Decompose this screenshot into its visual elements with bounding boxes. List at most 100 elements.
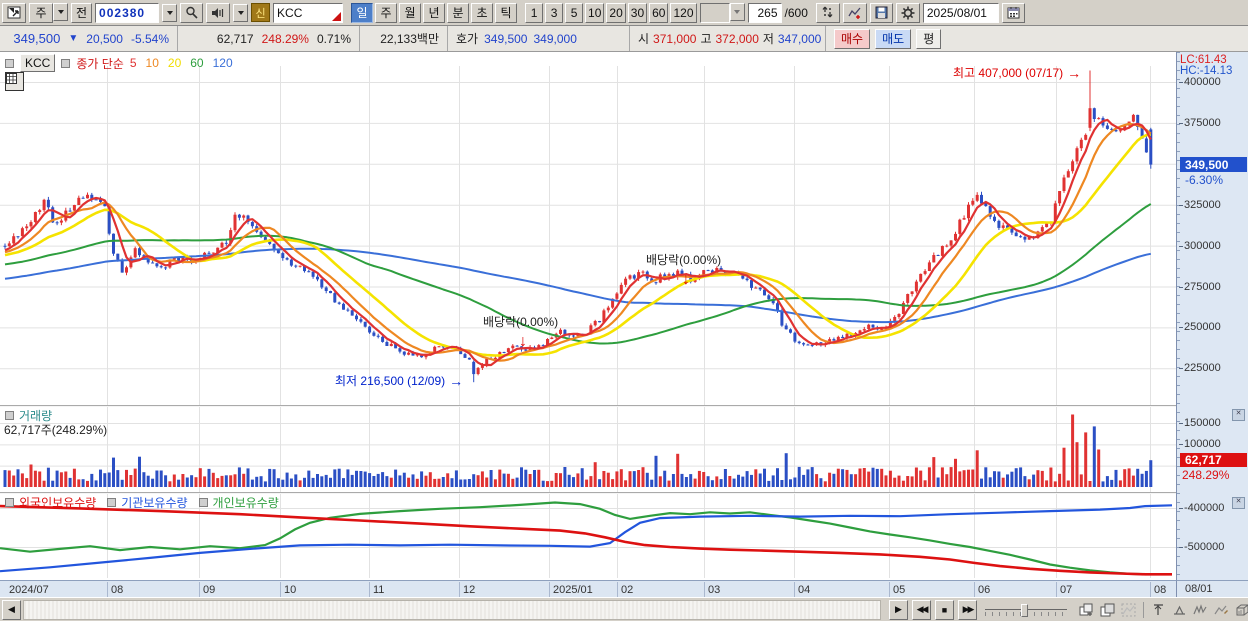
speaker-icon <box>212 7 224 18</box>
period-tab-틱[interactable]: 틱 <box>495 2 518 23</box>
interval-button-30[interactable]: 30 <box>627 2 648 23</box>
x-axis-label-08: 08 <box>107 582 123 597</box>
peak-tool-button[interactable] <box>1170 600 1189 619</box>
interval-button-60[interactable]: 60 <box>649 2 669 23</box>
current-price-pct: -6.30% <box>1185 173 1224 187</box>
sell-button[interactable]: 매도 <box>875 28 912 49</box>
annotation-exdiv-2-text: 배당락(0.00%) <box>646 253 722 267</box>
candlesticks <box>3 70 1153 383</box>
interval-button-1[interactable]: 1 <box>525 2 544 23</box>
peak-tool-icon <box>1174 605 1185 615</box>
extra-combo[interactable] <box>699 2 745 23</box>
extra-combo-arrow[interactable] <box>729 2 745 21</box>
new-window-button[interactable] <box>1077 600 1096 619</box>
holders-line <box>0 504 1173 573</box>
volume-cell: 62,717 248.29% 0.71% <box>178 26 360 51</box>
trend-box-button[interactable] <box>1119 600 1138 619</box>
crosshair-tool-button[interactable] <box>1149 600 1168 619</box>
window-link-icon[interactable] <box>2 2 26 23</box>
cube-chart-button[interactable] <box>1233 600 1248 619</box>
candle-count-input[interactable]: 265 <box>747 2 782 23</box>
x-axis-label-2025-01: 2025/01 <box>549 582 593 597</box>
period-combo[interactable]: 주 <box>29 2 68 23</box>
volume-panel-close-icon[interactable]: ✕ <box>1232 409 1245 421</box>
save-button[interactable] <box>869 2 893 23</box>
fast-forward-button[interactable]: ▶▶ <box>958 599 977 620</box>
chart-plot-area[interactable]: KCC 종가 단순 5 10 20 60 120 거래량 62,717주(248.29%… <box>0 52 1176 580</box>
interval-button-120[interactable]: 120 <box>670 2 697 23</box>
grid-toggle-button[interactable] <box>5 72 24 91</box>
ma-legend-label: 종가 단순 <box>76 56 124 71</box>
price-tick-300000: 300000 <box>1179 239 1221 252</box>
period-tab-월[interactable]: 월 <box>399 2 422 23</box>
interval-button-3[interactable]: 3 <box>545 2 564 23</box>
date-input[interactable]: 2025/08/01 <box>922 2 999 23</box>
rewind-button[interactable]: ◀◀ <box>912 599 931 620</box>
stock-code-input[interactable]: 002380 <box>95 2 160 23</box>
period-tab-초[interactable]: 초 <box>471 2 494 23</box>
period-tab-주[interactable]: 주 <box>375 2 398 23</box>
open-label: 시 <box>638 32 650 46</box>
ma-legend-120: 120 <box>212 56 233 70</box>
draw-tool-button[interactable] <box>1212 600 1231 619</box>
prev-stock-button[interactable]: 전 <box>71 2 93 23</box>
ma-legend-60: 60 <box>190 56 204 70</box>
period-combo-arrow[interactable] <box>53 2 68 21</box>
period-tab-년[interactable]: 년 <box>423 2 446 23</box>
holders-panel-close-icon[interactable]: ✕ <box>1232 497 1245 509</box>
compare-button[interactable] <box>815 2 840 23</box>
price-change-pct: -5.54% <box>130 31 169 46</box>
annotation-low-text: 최저 216,500 (12/09) <box>335 374 446 388</box>
ma-legend-20: 20 <box>167 56 182 70</box>
settings-button[interactable] <box>895 2 920 23</box>
interval-button-5[interactable]: 5 <box>565 2 584 23</box>
scroll-left-button[interactable]: ◀ <box>2 599 21 620</box>
avg-button[interactable]: 평 <box>916 28 942 49</box>
x-axis-label-06: 06 <box>974 582 990 597</box>
holders-handle-icon-0[interactable] <box>5 498 14 507</box>
price-panel-legend: KCC 종가 단순 5 10 20 60 120 <box>5 54 233 72</box>
price-tick-400000: 400000 <box>1179 76 1221 88</box>
low-label: 저 <box>762 32 774 46</box>
trend-box-icon <box>1121 603 1136 616</box>
search-icon <box>186 6 198 19</box>
x-axis-label-10: 10 <box>280 582 296 597</box>
chart-scrollbar-track[interactable] <box>23 599 881 620</box>
add-indicator-button[interactable] <box>842 2 867 23</box>
add-window-icon <box>1079 603 1093 616</box>
stock-name-field[interactable]: KCC <box>273 2 344 23</box>
replay-speed-slider[interactable] <box>985 601 1067 619</box>
wave-tool-button[interactable] <box>1191 600 1210 619</box>
calendar-button[interactable] <box>1001 2 1025 23</box>
holders-handle-icon-1[interactable] <box>107 498 117 507</box>
period-combo-value[interactable]: 주 <box>29 2 53 23</box>
code-combo-arrow[interactable] <box>162 3 178 22</box>
period-tab-분[interactable]: 분 <box>447 2 470 23</box>
interval-button-20[interactable]: 20 <box>606 2 626 23</box>
panel-handle-icon[interactable] <box>5 58 14 68</box>
annotation-low: 최저 216,500 (12/09) → <box>335 372 463 389</box>
buy-button[interactable]: 매수 <box>834 28 871 49</box>
ma-legend-5: 5 <box>129 56 137 70</box>
axis-date-label: 08/01 <box>1185 583 1213 595</box>
holders-handle-icon-2[interactable] <box>198 498 208 507</box>
slider-thumb[interactable] <box>1021 603 1028 617</box>
sound-button[interactable] <box>206 2 231 23</box>
ma-periods: 5 10 20 60 120 <box>130 56 233 70</box>
sound-combo-arrow[interactable] <box>233 3 249 22</box>
interval-button-10[interactable]: 10 <box>585 2 605 23</box>
indicator-handle-icon[interactable] <box>61 58 71 68</box>
annotation-exdiv-2: 배당락(0.00%) <box>646 251 721 268</box>
draw-tool-icon <box>1214 605 1228 614</box>
exdiv-2-arrow-icon: ↓ <box>682 271 690 288</box>
stop-button[interactable]: ■ <box>935 599 954 620</box>
x-axis-label-09: 09 <box>199 582 215 597</box>
interval-buttons: 1 3 5 10 20 30 60 120 <box>525 2 697 23</box>
symbol-label[interactable]: KCC <box>20 54 56 72</box>
volume-handle-icon[interactable] <box>5 411 14 420</box>
play-button[interactable]: ▶ <box>889 599 908 620</box>
search-button[interactable] <box>180 2 204 23</box>
candle-count-max: /600 <box>784 5 808 20</box>
period-tab-일[interactable]: 일 <box>351 2 374 23</box>
copy-window-button[interactable] <box>1098 600 1117 619</box>
